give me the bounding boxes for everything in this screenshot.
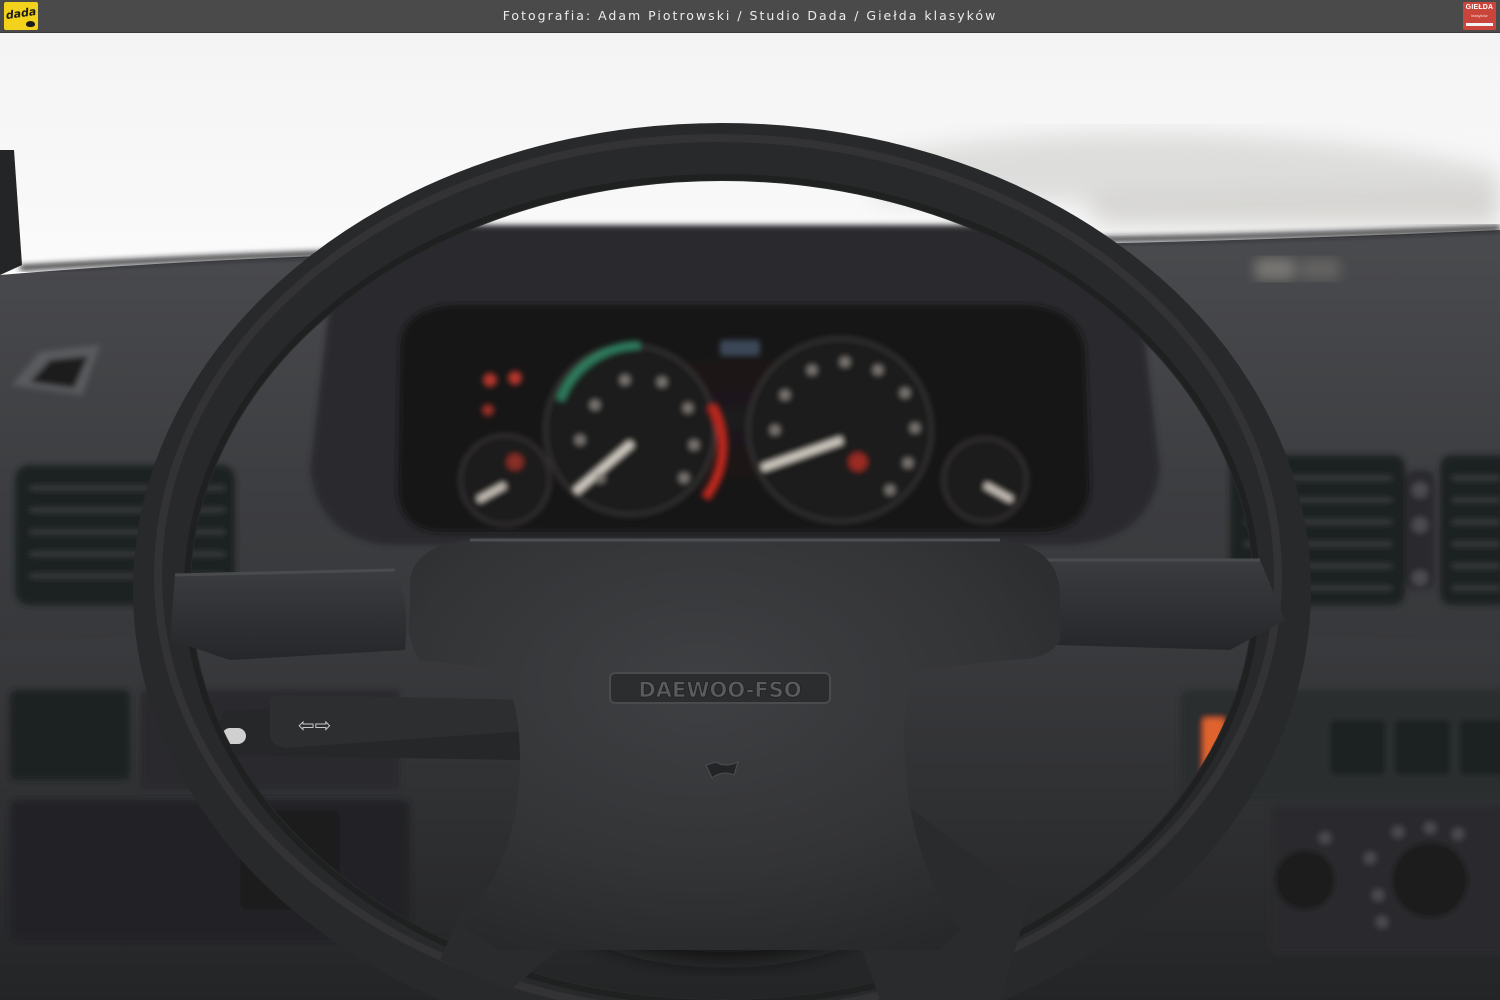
daewoo-fso-emblem: DAEWOO-FSO (609, 672, 831, 704)
svg-text:⇦⇨: ⇦⇨ (298, 713, 332, 737)
photo-credit-caption: Fotografia: Adam Piotrowski / Studio Dad… (502, 8, 998, 23)
svg-text:DAEWOO-FSO: DAEWOO-FSO (638, 678, 801, 702)
gielda-klasykow-logo-icon: GIEŁDA klasyków (1463, 2, 1496, 30)
dashboard-photo: ⇦⇨ DAEWOO-FSO (0, 33, 1500, 1000)
caption-bar: dada Fotografia: Adam Piotrowski / Studi… (0, 0, 1500, 33)
